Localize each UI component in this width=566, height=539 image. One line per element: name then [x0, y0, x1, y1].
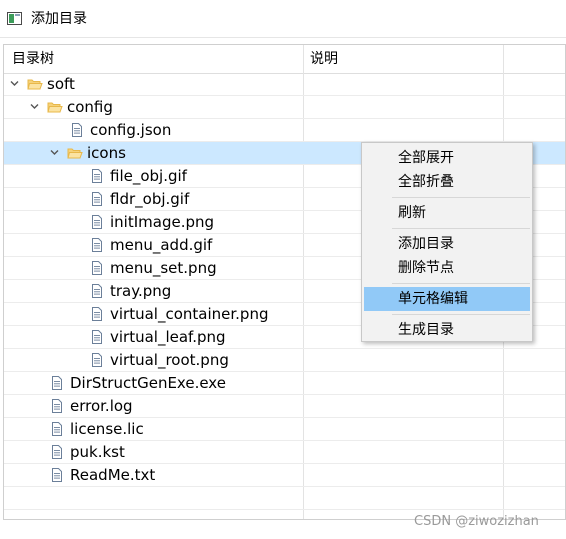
context-menu: 全部展开 全部折叠刷新添加目录 删除节点单元格编辑生成目录: [361, 142, 533, 342]
menu-item[interactable]: 生成目录: [364, 318, 530, 342]
file-icon: [92, 215, 102, 229]
file-icon: [92, 353, 102, 367]
tree-row-label: ReadMe.txt: [70, 466, 156, 484]
file-icon: [52, 376, 62, 390]
tree-row-label: tray.png: [110, 282, 172, 300]
menu-item[interactable]: 单元格编辑: [364, 287, 530, 311]
file-icon: [72, 123, 82, 137]
chevron-down-icon[interactable]: [9, 78, 20, 89]
file-icon: [92, 261, 102, 275]
tree-row-label: fldr_obj.gif: [110, 190, 190, 208]
file-icon: [52, 399, 62, 413]
watermark: CSDN @ziwozizhan: [414, 514, 539, 529]
tree-row-label: file_obj.gif: [110, 167, 187, 185]
tree-row-label: soft: [47, 75, 75, 93]
tree-row-label: config.json: [90, 121, 172, 139]
column-header-tree[interactable]: 目录树: [12, 45, 54, 73]
tree-row[interactable]: DirStructGenExe.exe: [4, 372, 565, 395]
tree-row[interactable]: config.json: [4, 119, 565, 142]
tree-row-label: DirStructGenExe.exe: [70, 374, 226, 392]
table-header: 目录树 说明: [4, 45, 565, 74]
title-bar: 添加目录: [0, 0, 566, 38]
tree-row-label: puk.kst: [70, 443, 125, 461]
file-icon: [52, 445, 62, 459]
menu-item[interactable]: 添加目录: [364, 232, 530, 256]
tree-row-label: license.lic: [70, 420, 144, 438]
menu-item[interactable]: 删除节点: [364, 256, 530, 280]
tree-row-label: menu_add.gif: [110, 236, 213, 254]
menu-item[interactable]: 全部展开: [364, 146, 530, 170]
tree-row-label: error.log: [70, 397, 133, 415]
menu-separator: [392, 283, 530, 284]
file-icon: [92, 330, 102, 344]
file-icon: [92, 284, 102, 298]
folder-open-icon: [27, 79, 43, 90]
tree-row-label: virtual_container.png: [110, 305, 269, 323]
tree-row[interactable]: config: [4, 96, 565, 119]
tree-row[interactable]: puk.kst: [4, 441, 565, 464]
file-icon: [92, 169, 102, 183]
tree-row-label: initImage.png: [110, 213, 215, 231]
chevron-down-icon[interactable]: [29, 101, 40, 112]
window-app-icon: [7, 12, 22, 25]
column-header-description[interactable]: 说明: [310, 45, 338, 73]
tree-row-label: config: [67, 98, 113, 116]
tree-row[interactable]: error.log: [4, 395, 565, 418]
tree-row-label: virtual_root.png: [110, 351, 229, 369]
window-title: 添加目录: [31, 11, 87, 27]
menu-separator: [392, 228, 530, 229]
file-icon: [52, 422, 62, 436]
tree-row[interactable]: license.lic: [4, 418, 565, 441]
tree-row-label: menu_set.png: [110, 259, 217, 277]
menu-item[interactable]: 刷新: [364, 201, 530, 225]
menu-separator: [392, 314, 530, 315]
tree-row[interactable]: virtual_root.png: [4, 349, 565, 372]
tree-row-label: virtual_leaf.png: [110, 328, 226, 346]
file-icon: [92, 307, 102, 321]
tree-row[interactable]: ReadMe.txt: [4, 464, 565, 487]
folder-open-icon: [47, 102, 63, 113]
menu-separator: [392, 197, 530, 198]
file-icon: [52, 468, 62, 482]
menu-item[interactable]: 全部折叠: [364, 170, 530, 194]
tree-row-label: icons: [87, 144, 126, 162]
empty-row: [4, 487, 565, 510]
file-icon: [92, 192, 102, 206]
folder-open-icon: [67, 148, 83, 159]
tree-row[interactable]: soft: [4, 73, 565, 96]
chevron-down-icon[interactable]: [49, 147, 60, 158]
file-icon: [92, 238, 102, 252]
